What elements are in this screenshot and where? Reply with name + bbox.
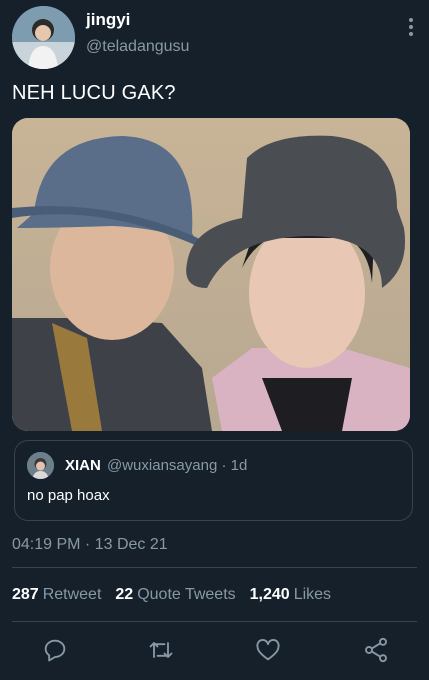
- retweet-label: Retweet: [42, 586, 102, 603]
- retweet-count: 287: [12, 586, 39, 603]
- reply-icon[interactable]: [41, 636, 69, 664]
- more-vertical-icon[interactable]: [407, 16, 415, 38]
- likes-label: Likes: [293, 586, 332, 603]
- quote-author-handle-time: @wuxiansayang · 1d: [107, 457, 248, 474]
- tweet-stats: 287 Retweet 22 Quote Tweets 1,240 Likes: [12, 586, 345, 604]
- retweet-stat[interactable]: 287 Retweet: [12, 586, 115, 603]
- user-display-name[interactable]: jingyi: [86, 10, 130, 30]
- retweet-icon[interactable]: [147, 636, 175, 664]
- likes-count: 1,240: [249, 586, 290, 603]
- action-bar: [0, 636, 429, 666]
- quote-avatar[interactable]: [27, 452, 54, 479]
- divider: [12, 567, 417, 568]
- user-avatar[interactable]: [12, 6, 75, 69]
- share-icon[interactable]: [362, 636, 390, 664]
- quoted-tweet[interactable]: XIAN @wuxiansayang · 1d no pap hoax: [14, 440, 413, 521]
- photo-image: [12, 118, 410, 431]
- tweet-timestamp[interactable]: 04:19 PM · 13 Dec 21: [12, 536, 168, 554]
- tweet-text: NEH LUCU GAK?: [12, 82, 176, 104]
- quote-count: 22: [115, 586, 134, 603]
- quote-avatar-image: [27, 452, 54, 479]
- user-handle[interactable]: @teladangusu: [86, 38, 189, 56]
- heart-icon[interactable]: [254, 636, 282, 664]
- quote-label: Quote Tweets: [137, 586, 236, 603]
- quote-text: no pap hoax: [27, 487, 110, 504]
- avatar-image: [12, 6, 75, 69]
- likes-stat[interactable]: 1,240 Likes: [250, 586, 345, 603]
- tweet-photo[interactable]: [12, 118, 410, 431]
- quote-stat[interactable]: 22 Quote Tweets: [115, 586, 249, 603]
- divider: [12, 621, 417, 622]
- tweet-detail: jingyi @teladangusu NEH LUCU GAK? XIAN @…: [0, 0, 429, 680]
- quote-author-name: XIAN: [65, 457, 101, 474]
